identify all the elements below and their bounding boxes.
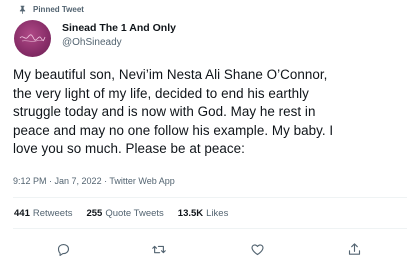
avatar[interactable] <box>14 20 51 57</box>
quotes-stat[interactable]: 255 Quote Tweets <box>86 208 163 219</box>
engagement-stats: 441 Retweets 255 Quote Tweets 13.5K Likes <box>14 208 228 219</box>
likes-count: 13.5K <box>177 208 204 219</box>
reply-icon <box>57 243 69 256</box>
likes-stat[interactable]: 13.5K Likes <box>178 208 229 219</box>
avatar-scribble <box>19 34 46 42</box>
pinned-label: Pinned Tweet <box>33 5 84 14</box>
share-button[interactable] <box>345 240 363 258</box>
like-button[interactable] <box>248 240 266 258</box>
pinned-indicator: Pinned Tweet <box>18 5 84 14</box>
author-info[interactable]: Sinead The 1 And Only @OhSineady <box>62 22 176 49</box>
tweet-source[interactable]: Twitter Web App <box>109 176 174 186</box>
likes-label: Likes <box>206 208 229 219</box>
tweet-date[interactable]: Jan 7, 2022 <box>55 176 102 186</box>
quotes-count: 255 <box>86 208 103 219</box>
quotes-label: Quote Tweets <box>105 208 164 219</box>
tweet-card[interactable]: Pinned Tweet Sinead The 1 And Only @OhSi… <box>0 0 420 270</box>
tweet-text: My beautiful son, Nevi’im Nesta Ali Shan… <box>13 67 334 156</box>
share-icon <box>348 242 360 255</box>
heart-icon <box>250 243 264 255</box>
display-name[interactable]: Sinead The 1 And Only <box>62 22 176 35</box>
reply-button[interactable] <box>54 240 72 258</box>
tweet-meta: 9:12 PM · Jan 7, 2022 · Twitter Web App <box>13 176 175 186</box>
divider <box>13 197 407 198</box>
divider <box>13 228 407 229</box>
retweet-icon <box>152 245 166 253</box>
retweets-label: Retweets <box>32 208 73 219</box>
retweets-stat[interactable]: 441 Retweets <box>14 208 72 219</box>
action-bar <box>0 240 420 260</box>
retweets-count: 441 <box>14 208 30 219</box>
meta-separator: · <box>46 176 55 186</box>
retweet-button[interactable] <box>150 240 168 258</box>
pin-icon <box>18 5 27 14</box>
tweet-time[interactable]: 9:12 PM <box>13 176 47 186</box>
user-handle[interactable]: @OhSineady <box>62 36 176 49</box>
